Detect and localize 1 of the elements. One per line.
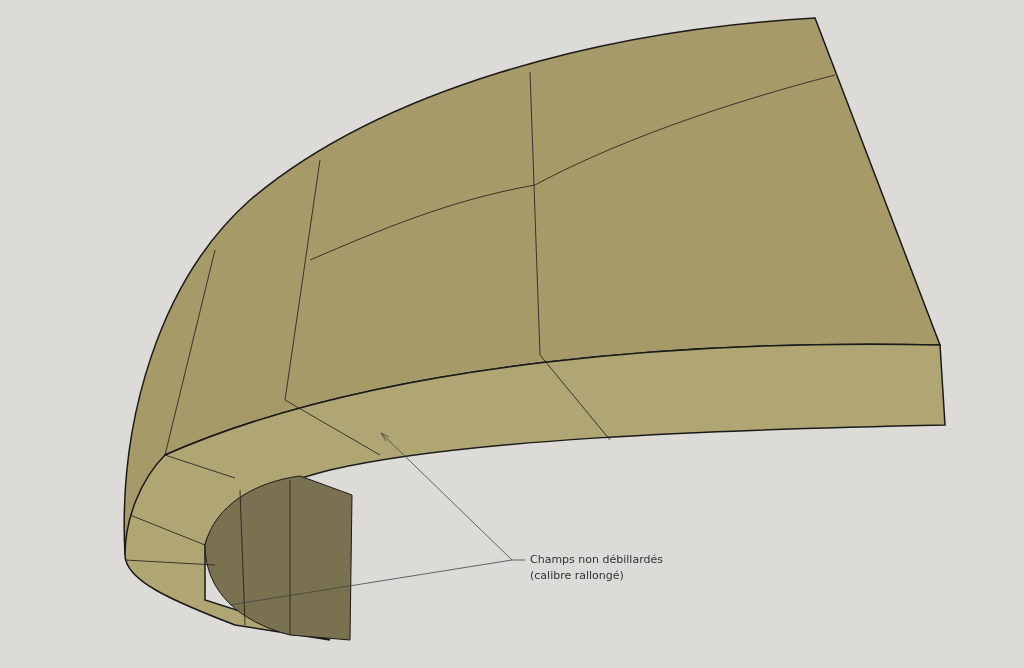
callout-text: Champs non débillardés (calibre rallongé) [530, 552, 663, 584]
